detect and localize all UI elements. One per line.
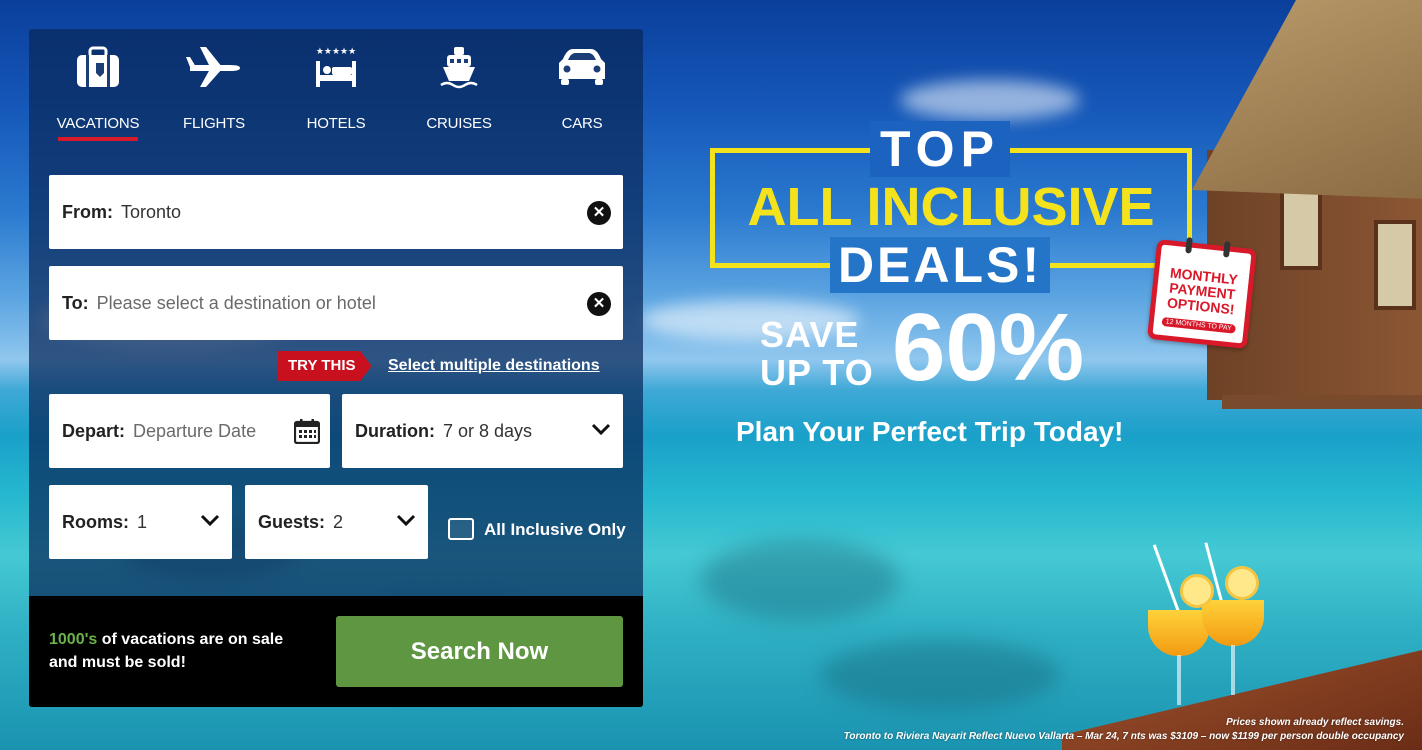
try-this-badge: TRY THIS bbox=[278, 351, 372, 381]
depart-label: Depart: bbox=[62, 420, 126, 441]
duration-value: 7 or 8 days bbox=[443, 420, 533, 441]
sale-message-line2: and must be sold! bbox=[49, 654, 186, 671]
sale-message-rest: of vacations are on sale bbox=[97, 631, 284, 648]
tab-flights[interactable]: FLIGHTS bbox=[159, 45, 269, 132]
promo-deals-text: DEALS! bbox=[829, 237, 1051, 293]
depart-placeholder: Departure Date bbox=[133, 420, 257, 441]
chevron-down-icon bbox=[591, 422, 611, 441]
calendar-icon[interactable] bbox=[293, 418, 321, 449]
suitcase-icon bbox=[43, 45, 153, 93]
duration-select[interactable]: Duration: 7 or 8 days bbox=[342, 394, 623, 468]
duration-label: Duration: bbox=[355, 420, 435, 441]
guests-select[interactable]: Guests: 2 bbox=[245, 485, 428, 559]
svg-text:★★★★★: ★★★★★ bbox=[316, 47, 356, 57]
guests-label: Guests: bbox=[258, 511, 326, 532]
promo-save: SAVE UP TO bbox=[760, 316, 874, 392]
guests-value: 2 bbox=[333, 511, 344, 532]
promo-banner[interactable]: TOP ALL INCLUSIVE DEALS! SAVE UP TO 60% … bbox=[700, 120, 1260, 460]
search-panel: VACATIONS FLIGHTS ★★★★★ HOTELS CRUISES C… bbox=[29, 29, 643, 707]
hotel-bed-icon: ★★★★★ bbox=[281, 45, 391, 93]
depart-field[interactable]: Depart: Departure Date bbox=[49, 394, 330, 468]
monthly-payment-badge: MONTHLY PAYMENT OPTIONS! 12 MONTHS TO PA… bbox=[1147, 237, 1257, 349]
rooms-select[interactable]: Rooms: 1 bbox=[49, 485, 232, 559]
chevron-down-icon bbox=[396, 513, 416, 532]
fineprint-details: Toronto to Riviera Nayarit Reflect Nuevo… bbox=[843, 731, 1404, 742]
clear-to-icon[interactable]: ✕ bbox=[587, 292, 611, 316]
all-inclusive-label[interactable]: All Inclusive Only bbox=[484, 520, 626, 540]
clear-from-icon[interactable]: ✕ bbox=[587, 201, 611, 225]
promo-save-line1: SAVE bbox=[760, 314, 860, 355]
car-icon bbox=[527, 45, 637, 93]
sale-highlight: 1000's bbox=[49, 631, 98, 648]
from-label: From: bbox=[62, 201, 113, 222]
tab-cruises[interactable]: CRUISES bbox=[404, 45, 514, 132]
tab-cars[interactable]: CARS bbox=[527, 45, 637, 132]
promo-percent: 60% bbox=[892, 294, 1085, 401]
tab-cruises-label: CRUISES bbox=[426, 115, 492, 132]
from-field[interactable]: From: Toronto ✕ bbox=[49, 175, 623, 249]
search-footer: 1000's of vacations are on sale and must… bbox=[29, 596, 643, 707]
badge-sub: 12 MONTHS TO PAY bbox=[1161, 316, 1237, 334]
from-value: Toronto bbox=[121, 201, 182, 222]
chevron-down-icon bbox=[200, 513, 220, 532]
active-tab-indicator bbox=[58, 137, 138, 141]
product-tabs: VACATIONS FLIGHTS ★★★★★ HOTELS CRUISES C… bbox=[29, 29, 643, 149]
fineprint-savings: Prices shown already reflect savings. bbox=[1226, 717, 1404, 728]
to-placeholder: Please select a destination or hotel bbox=[96, 292, 376, 313]
to-field[interactable]: To: Please select a destination or hotel… bbox=[49, 266, 623, 340]
rooms-label: Rooms: bbox=[62, 511, 129, 532]
select-multiple-destinations-link[interactable]: Select multiple destinations bbox=[388, 357, 600, 375]
tab-flights-label: FLIGHTS bbox=[183, 115, 245, 132]
all-inclusive-checkbox[interactable] bbox=[448, 518, 474, 540]
tab-vacations-label: VACATIONS bbox=[56, 115, 140, 132]
tab-hotels[interactable]: ★★★★★ HOTELS bbox=[281, 45, 391, 132]
sale-message: 1000's of vacations are on sale and must… bbox=[49, 628, 283, 674]
rooms-value: 1 bbox=[137, 511, 148, 532]
promo-save-line2: UP TO bbox=[760, 352, 874, 393]
badge-text: MONTHLY PAYMENT OPTIONS! bbox=[1166, 264, 1239, 318]
tab-vacations[interactable]: VACATIONS bbox=[43, 45, 153, 141]
search-now-button[interactable]: Search Now bbox=[336, 616, 623, 687]
cruise-ship-icon bbox=[404, 45, 514, 93]
airplane-icon bbox=[159, 45, 269, 93]
promo-top-text: TOP bbox=[870, 121, 1010, 177]
promo-all-inclusive: ALL INCLUSIVE bbox=[747, 177, 1155, 237]
promo-tagline: Plan Your Perfect Trip Today! bbox=[736, 416, 1124, 447]
tab-hotels-label: HOTELS bbox=[306, 115, 366, 132]
tab-cars-label: CARS bbox=[561, 115, 603, 132]
to-label: To: bbox=[62, 292, 89, 313]
